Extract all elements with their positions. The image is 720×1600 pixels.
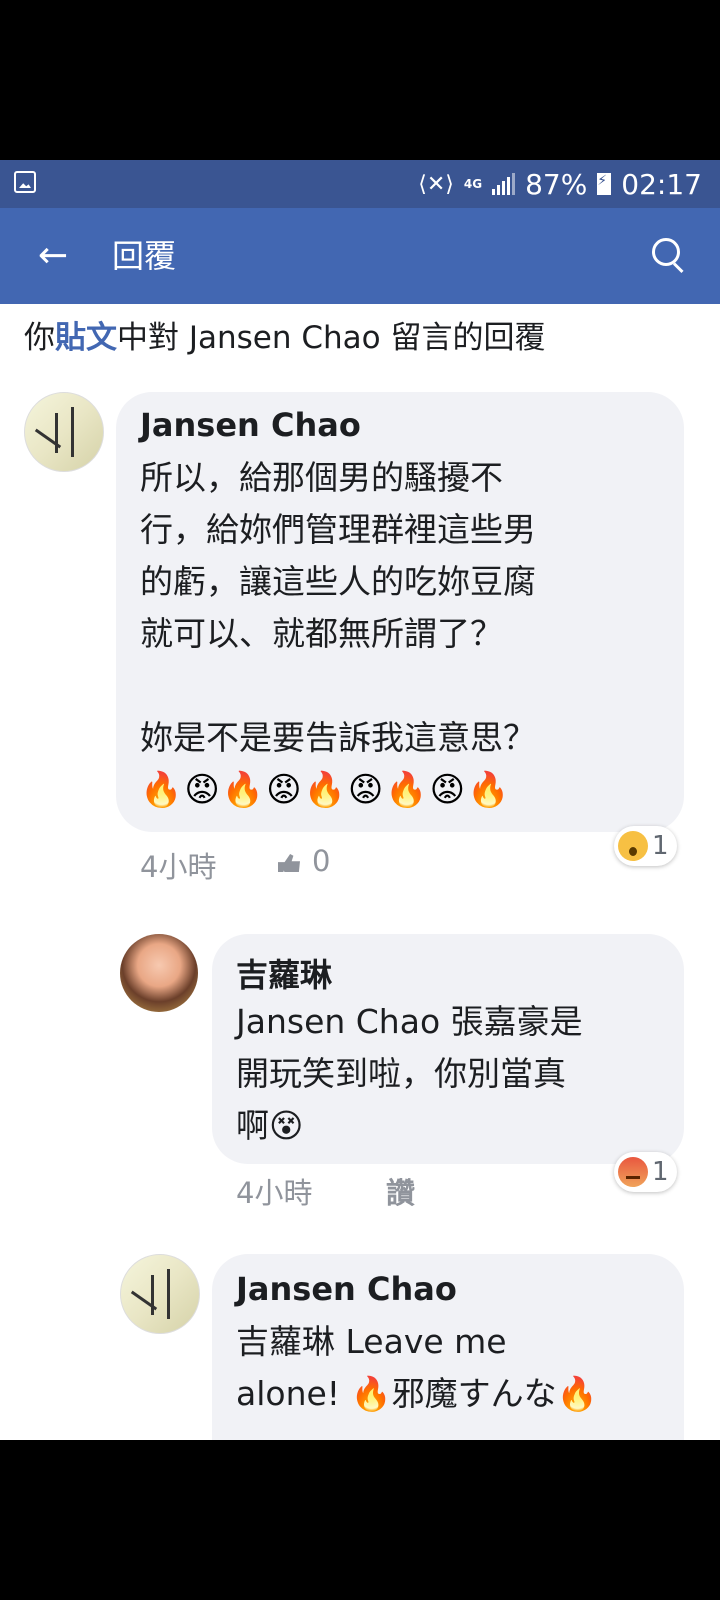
comment-text: Jansen Chao 張嘉豪是 開玩笑到啦，你別當真 啊😵: [236, 1002, 583, 1145]
reaction-count: 1: [652, 1157, 669, 1187]
reaction-badge[interactable]: 1: [614, 826, 677, 866]
header-suffix: 中對 Jansen Chao 留言的回覆: [117, 320, 546, 356]
comment-time: 4小時: [236, 1176, 313, 1210]
search-icon[interactable]: [650, 236, 690, 276]
status-bar: ⟨✕⟩ 4G 87% 02:17: [0, 160, 720, 208]
post-link[interactable]: 貼文: [55, 320, 117, 356]
network-type: 4G: [463, 177, 483, 191]
reaction-badge[interactable]: 1: [614, 1152, 677, 1192]
comment-text: 所以，給那個男的騷擾不 行，給妳們管理群裡這些男 的虧，讓這些人的吃妳豆腐 就可…: [140, 458, 536, 757]
avatar[interactable]: [24, 392, 104, 472]
vibrate-mute-icon: ⟨✕⟩: [418, 171, 454, 197]
back-arrow-icon[interactable]: ←: [38, 236, 78, 276]
like-button[interactable]: 0: [278, 844, 330, 878]
battery-percent: 87%: [525, 167, 588, 201]
avatar[interactable]: [120, 934, 198, 1012]
like-button[interactable]: 讚: [386, 1170, 415, 1212]
page-title: 回覆: [112, 237, 177, 275]
header-prefix: 你: [24, 320, 55, 356]
signal-icon: [492, 173, 516, 195]
thumbs-up-icon: [278, 854, 300, 872]
clock: 02:17: [621, 167, 702, 201]
replies-header: 你貼文中對 Jansen Chao 留言的回覆: [24, 314, 545, 362]
image-icon: [14, 171, 36, 193]
app-bar: ← 回覆: [0, 208, 720, 304]
navigation-bar: [0, 1440, 720, 1600]
replies-content[interactable]: 你貼文中對 Jansen Chao 留言的回覆 Jansen Chao 所以，給…: [0, 304, 720, 1440]
comment-author[interactable]: Jansen Chao: [140, 406, 361, 444]
wow-reaction-icon: [618, 831, 648, 861]
like-count: 0: [312, 844, 331, 878]
emoji-line: 🔥😡🔥😡🔥😡🔥😡🔥: [140, 770, 512, 810]
comment-text: 吉蘿琳 Leave me alone! 🔥邪魔すんな🔥: [236, 1322, 598, 1413]
comment-author[interactable]: 吉蘿琳: [236, 950, 332, 996]
comment-author[interactable]: Jansen Chao: [236, 1270, 457, 1308]
avatar[interactable]: [120, 1254, 200, 1334]
reaction-count: 1: [652, 831, 669, 861]
comment-time: 4小時: [140, 850, 217, 884]
battery-charging-icon: [597, 173, 612, 195]
angry-reaction-icon: [618, 1157, 648, 1187]
